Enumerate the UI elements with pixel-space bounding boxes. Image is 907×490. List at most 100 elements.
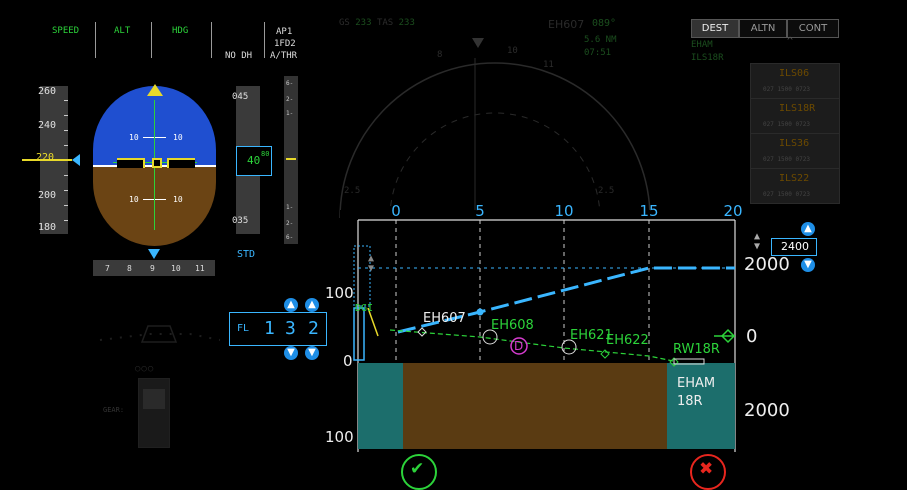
constraint-marker: D <box>514 339 524 353</box>
altitude-drag-handle-icon[interactable]: ▲ ▼ <box>754 232 764 252</box>
heading-label: 9 <box>150 264 155 273</box>
fl-digit-up-button[interactable]: ▲ <box>305 298 319 312</box>
gear-lever[interactable] <box>138 378 170 448</box>
selected-altitude-box[interactable]: 2400 <box>771 238 817 256</box>
procedure-details: 027 1500 0723 <box>763 121 810 128</box>
gear-lever-handle[interactable] <box>143 389 165 409</box>
altitude-readout-box: 40 80 <box>236 146 272 176</box>
compass-heading-label: 10 <box>507 46 518 56</box>
speed-label: 240 <box>38 120 57 131</box>
heading-bug-icon <box>148 249 160 259</box>
profile-right-label: 0 <box>746 326 758 347</box>
waypoint-label: EH622 <box>606 333 649 348</box>
fma-separator <box>264 22 265 58</box>
tab-altn[interactable]: ALTN <box>739 19 787 38</box>
altitude-current: 40 <box>247 154 261 167</box>
fma-separator <box>151 22 152 58</box>
speed-label: 260 <box>38 86 57 97</box>
fma-athr: A/THR <box>270 51 298 61</box>
heading-label: 11 <box>195 264 205 273</box>
bearing: 089° <box>592 18 617 29</box>
pitch-label: 10 <box>129 133 139 142</box>
fma-alt: ALT <box>114 26 131 36</box>
selected-altitude-up-button[interactable]: ▲ <box>801 222 815 236</box>
x-tick-label: 10 <box>554 202 573 220</box>
range-label: 2.5 <box>598 186 615 196</box>
flight-level-digit[interactable]: 1 <box>264 318 275 339</box>
procedure-name: ILS36 <box>779 138 810 149</box>
close-icon: ✖ <box>699 459 714 479</box>
selected-altitude-down-button[interactable]: ▼ <box>801 258 815 272</box>
baro-std: STD <box>237 249 256 260</box>
procedure-details: 027 1500 0723 <box>763 156 810 163</box>
x-tick-label: 5 <box>475 202 485 220</box>
runway-name: 18R <box>677 394 703 409</box>
gear-label: GEAR: <box>103 406 125 414</box>
altitude-label: 035 <box>232 216 249 226</box>
fl-digit-up-button[interactable]: ▲ <box>284 298 298 312</box>
flight-level-label: FL <box>237 323 250 334</box>
terrain-brown <box>403 363 667 449</box>
fma-no-dh: NO DH <box>225 51 253 61</box>
runway-airport: EHAM <box>677 376 716 391</box>
terrain-teal <box>358 363 403 449</box>
gear-indicator-lights: ○○○ <box>135 364 155 374</box>
compass-heading-label: 11 <box>543 60 554 70</box>
range-label: 2.5 <box>344 186 361 196</box>
speed-label: 180 <box>38 222 57 233</box>
aircraft-position-marker <box>476 308 484 316</box>
procedure-item[interactable]: ILS18R 027 1500 0723 <box>750 98 840 134</box>
fma-hdg: HDG <box>172 26 189 36</box>
altitude-label: 045 <box>232 92 249 102</box>
gs-value: 233 <box>355 18 372 28</box>
compass-lubber-icon <box>472 38 484 48</box>
vs-mark: 6- <box>286 234 294 241</box>
tas-label: TAS <box>376 18 394 28</box>
profile-right-label: 2000 <box>744 400 790 421</box>
check-icon: ✔ <box>410 459 425 479</box>
chevron-up-icon[interactable]: ^ <box>787 36 793 47</box>
flight-level-digit[interactable]: 3 <box>285 318 296 339</box>
heading-tape: 7 8 9 10 11 <box>93 260 215 276</box>
aircraft-symbol-left <box>117 158 145 168</box>
procedure-details: 027 1500 0723 <box>763 86 810 93</box>
x-tick-label: 15 <box>639 202 658 220</box>
profile-left-label: 0 <box>343 352 353 370</box>
flight-level-selector: FL 1 3 2 <box>229 312 327 346</box>
heading-label: 8 <box>127 264 132 273</box>
flight-level-digit[interactable]: 2 <box>308 318 319 339</box>
vs-drag-handle-icon[interactable]: ▲ ▼ <box>368 254 378 274</box>
vs-mark: 2- <box>286 220 294 227</box>
heading-label: 7 <box>105 264 110 273</box>
speed-current: 220 <box>36 152 55 163</box>
aircraft-symbol-right <box>167 158 195 168</box>
fma-fd: 1FD2 <box>274 39 296 49</box>
fma-separator <box>95 22 96 58</box>
dest-airport: EHAM <box>691 40 713 50</box>
fl-digit-down-button[interactable]: ▼ <box>305 346 319 360</box>
distance: 5.6 NM <box>584 35 617 45</box>
next-waypoint: EH607 <box>548 18 585 31</box>
fma-separator <box>211 22 212 58</box>
pitch-label: 10 <box>173 195 183 204</box>
vs-mark: 6- <box>286 80 294 87</box>
procedure-item[interactable]: ILS36 027 1500 0723 <box>750 133 840 169</box>
procedure-item[interactable]: ILS06 027 1500 0723 <box>750 63 840 99</box>
dest-runway: ILS18R <box>691 53 724 63</box>
x-tick-label: 0 <box>391 202 401 220</box>
vertical-speed-scale: 6- 2- 1- 1- 2- 6- <box>284 76 298 244</box>
tab-dest[interactable]: DEST <box>691 19 739 38</box>
tas-value: 233 <box>398 18 415 28</box>
profile-left-label: 100 <box>325 428 354 446</box>
ground-speed: GS 233 TAS 233 <box>339 18 415 28</box>
speed-reference-line <box>22 159 72 161</box>
tab-cont[interactable]: CONT <box>787 19 839 38</box>
bank-pointer-icon <box>147 84 163 96</box>
procedure-name: ILS18R <box>779 103 816 114</box>
procedure-name: ILS22 <box>779 173 810 184</box>
vs-mark: 2- <box>286 96 294 103</box>
compass-heading-label: 8 <box>437 50 443 60</box>
aircraft-center-dot <box>152 158 162 168</box>
waypoint-label: EH607 <box>423 311 466 326</box>
fl-digit-down-button[interactable]: ▼ <box>284 346 298 360</box>
